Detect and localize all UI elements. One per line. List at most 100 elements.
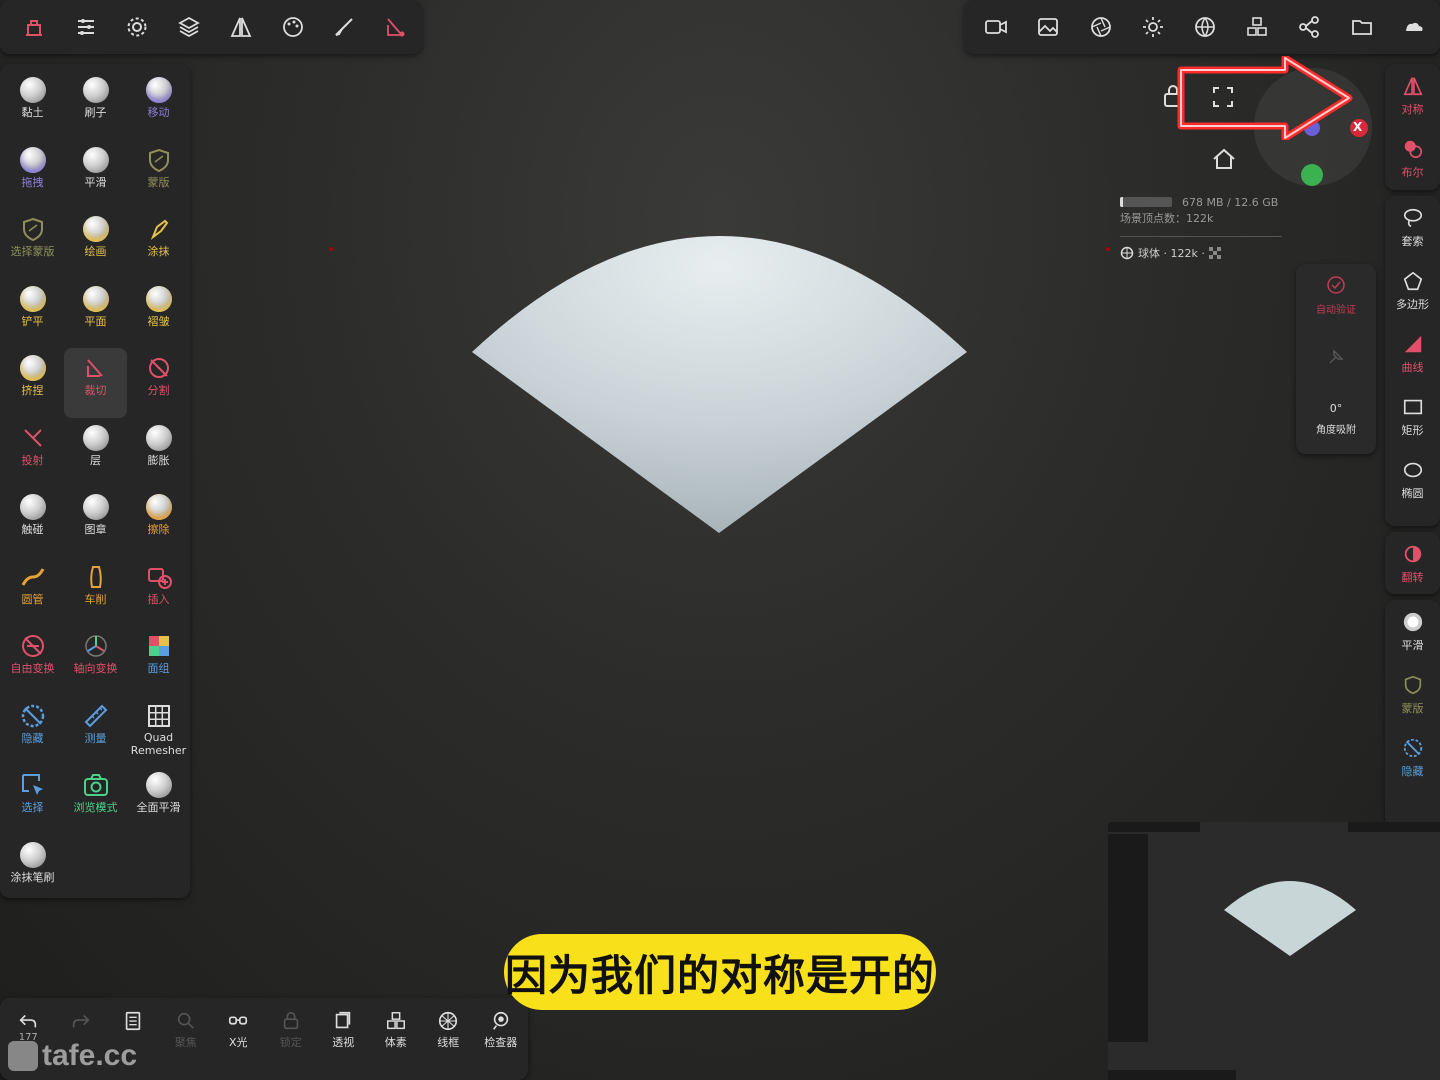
tool-3[interactable]: 拖拽 bbox=[1, 140, 64, 210]
tool-15[interactable]: 投射 bbox=[1, 418, 64, 488]
toolbar-button-layers[interactable] bbox=[163, 0, 215, 54]
right-tool-symmetry[interactable]: 对称 bbox=[1385, 64, 1440, 127]
toolbar-button-symmetry[interactable] bbox=[215, 0, 267, 54]
grid-icon bbox=[145, 702, 173, 730]
tool-33[interactable]: 涂抹笔刷 bbox=[1, 835, 64, 905]
right-tool-ellipse[interactable]: 椭圆 bbox=[1385, 448, 1440, 511]
toolbar-button-cloud[interactable] bbox=[1388, 0, 1440, 54]
tool-label: 涂抹笔刷 bbox=[10, 870, 55, 884]
tool-13[interactable]: 裁切 bbox=[64, 348, 127, 418]
camera-icon bbox=[82, 771, 110, 799]
toolbar-button-sun[interactable] bbox=[1127, 0, 1179, 54]
tool-30[interactable]: 选择 bbox=[1, 765, 64, 835]
toolbar-button-globe[interactable] bbox=[1179, 0, 1231, 54]
tool-11[interactable]: 褶皱 bbox=[127, 279, 190, 349]
tool-6[interactable]: 选择蒙版 bbox=[1, 209, 64, 279]
right-tool-lasso[interactable]: 套索 bbox=[1385, 196, 1440, 259]
bottom-button-lock[interactable]: 锁定 bbox=[265, 998, 318, 1080]
tool-10[interactable]: 平面 bbox=[64, 279, 127, 349]
lock-icon bbox=[283, 1011, 298, 1030]
pin-toggle[interactable] bbox=[1296, 326, 1376, 388]
tool-5[interactable]: 蒙版 bbox=[127, 140, 190, 210]
bottom-button-search[interactable]: 聚焦 bbox=[160, 998, 213, 1080]
right-tool-rectangle[interactable]: 矩形 bbox=[1385, 385, 1440, 448]
tool-label: 触碰 bbox=[21, 523, 44, 536]
top-left-toolbar bbox=[0, 0, 422, 54]
toolbar-button-image[interactable] bbox=[1022, 0, 1074, 54]
tool-25[interactable]: 轴向变换 bbox=[64, 626, 127, 696]
tool-label: 自由变换 bbox=[10, 662, 55, 675]
tool-14[interactable]: 分割 bbox=[127, 348, 190, 418]
toolbar-button-gear[interactable] bbox=[112, 0, 164, 54]
bottom-button-wireframe[interactable]: 线框 bbox=[422, 998, 475, 1080]
bottom-button-perspective[interactable]: 透视 bbox=[317, 998, 370, 1080]
tool-29[interactable]: Quad Remesher bbox=[127, 696, 190, 766]
toolbar-button-palette[interactable] bbox=[267, 0, 319, 54]
tool-16[interactable]: 层 bbox=[64, 418, 127, 488]
toolbar-button-aperture[interactable] bbox=[1074, 0, 1126, 54]
tool-21[interactable]: 圆管 bbox=[1, 557, 64, 627]
scene-info-panel: 678 MB / 12.6 GB 场景顶点数：122k 球体 · 122k · bbox=[1120, 194, 1282, 261]
tool-4[interactable]: 平滑 bbox=[64, 140, 127, 210]
home-icon[interactable] bbox=[1212, 148, 1236, 170]
right-tools-a: 对称 布尔 bbox=[1385, 64, 1440, 190]
tool-18[interactable]: 触碰 bbox=[1, 487, 64, 557]
tool-22[interactable]: 车削 bbox=[64, 557, 127, 627]
right-tool-boolean[interactable]: 布尔 bbox=[1385, 127, 1440, 190]
toolbar-button-trim-tool[interactable] bbox=[370, 0, 422, 54]
right-tool-hide[interactable]: 隐藏 bbox=[1385, 726, 1440, 789]
tool-27[interactable]: 隐藏 bbox=[1, 696, 64, 766]
tool-32[interactable]: 全面平滑 bbox=[127, 765, 190, 835]
right-tool-label: 对称 bbox=[1401, 102, 1424, 116]
tool-20[interactable]: 擦除 bbox=[127, 487, 190, 557]
voxel-icon bbox=[386, 1012, 405, 1030]
tube-icon bbox=[19, 563, 47, 591]
angle-snap[interactable]: 0° 角度吸附 bbox=[1296, 388, 1376, 450]
right-tool-mask[interactable]: 蒙版 bbox=[1385, 663, 1440, 726]
toolbar-button-brush[interactable] bbox=[319, 0, 371, 54]
lasso-icon bbox=[1403, 208, 1422, 227]
bottom-button-voxel[interactable]: 体素 bbox=[370, 998, 423, 1080]
tool-24[interactable]: 自由变换 bbox=[1, 626, 64, 696]
tool-label: 投射 bbox=[21, 453, 44, 467]
bottom-button-inspector[interactable]: 检查器 bbox=[475, 998, 528, 1080]
tool-label: 绘画 bbox=[84, 245, 107, 258]
sculpt-ball-icon bbox=[145, 771, 173, 799]
tool-17[interactable]: 膨胀 bbox=[127, 418, 190, 488]
auto-validate-toggle[interactable]: 自动验证 bbox=[1296, 264, 1376, 326]
right-tool-polygon[interactable]: 多边形 bbox=[1385, 259, 1440, 322]
boolean-icon bbox=[1404, 140, 1422, 158]
bottom-button-xray[interactable]: X光 bbox=[212, 998, 265, 1080]
toolbar-button-camera[interactable] bbox=[970, 0, 1022, 54]
tool-0[interactable]: 黏土 bbox=[1, 70, 64, 140]
tool-9[interactable]: 铲平 bbox=[1, 279, 64, 349]
transform-icon bbox=[19, 632, 47, 660]
toolbar-button-share[interactable] bbox=[1283, 0, 1335, 54]
tool-28[interactable]: 测量 bbox=[64, 696, 127, 766]
tool-7[interactable]: 绘画 bbox=[64, 209, 127, 279]
tool-label: 涂抹 bbox=[147, 245, 170, 258]
tool-8[interactable]: 涂抹 bbox=[127, 209, 190, 279]
tool-label: 褶皱 bbox=[147, 314, 170, 328]
right-tool-curve[interactable]: 曲线 bbox=[1385, 322, 1440, 385]
tool-label: 隐藏 bbox=[21, 731, 44, 745]
notes-icon bbox=[126, 1011, 141, 1031]
tool-23[interactable]: 插入 bbox=[127, 557, 190, 627]
gear-icon bbox=[127, 17, 147, 37]
toolbar-button-sliders[interactable] bbox=[60, 0, 112, 54]
tool-19[interactable]: 图章 bbox=[64, 487, 127, 557]
tool-26[interactable]: 面组 bbox=[127, 626, 190, 696]
symmetry-icon bbox=[1402, 76, 1423, 95]
tool-2[interactable]: 移动 bbox=[127, 70, 190, 140]
tool-31[interactable]: 浏览模式 bbox=[64, 765, 127, 835]
right-tool-smooth[interactable]: 平滑 bbox=[1385, 600, 1440, 663]
tool-1[interactable]: 刷子 bbox=[64, 70, 127, 140]
tool-label: 插入 bbox=[147, 592, 170, 606]
object-row[interactable]: 球体 · 122k · bbox=[1120, 245, 1282, 261]
sculpt-ball-icon bbox=[19, 493, 47, 521]
toolbar-button-folder[interactable] bbox=[1336, 0, 1388, 54]
toolbar-button-scene[interactable] bbox=[8, 0, 60, 54]
tool-12[interactable]: 挤捏 bbox=[1, 348, 64, 418]
right-tool-flip[interactable]: 翻转 bbox=[1385, 532, 1440, 595]
toolbar-button-cubes[interactable] bbox=[1231, 0, 1283, 54]
